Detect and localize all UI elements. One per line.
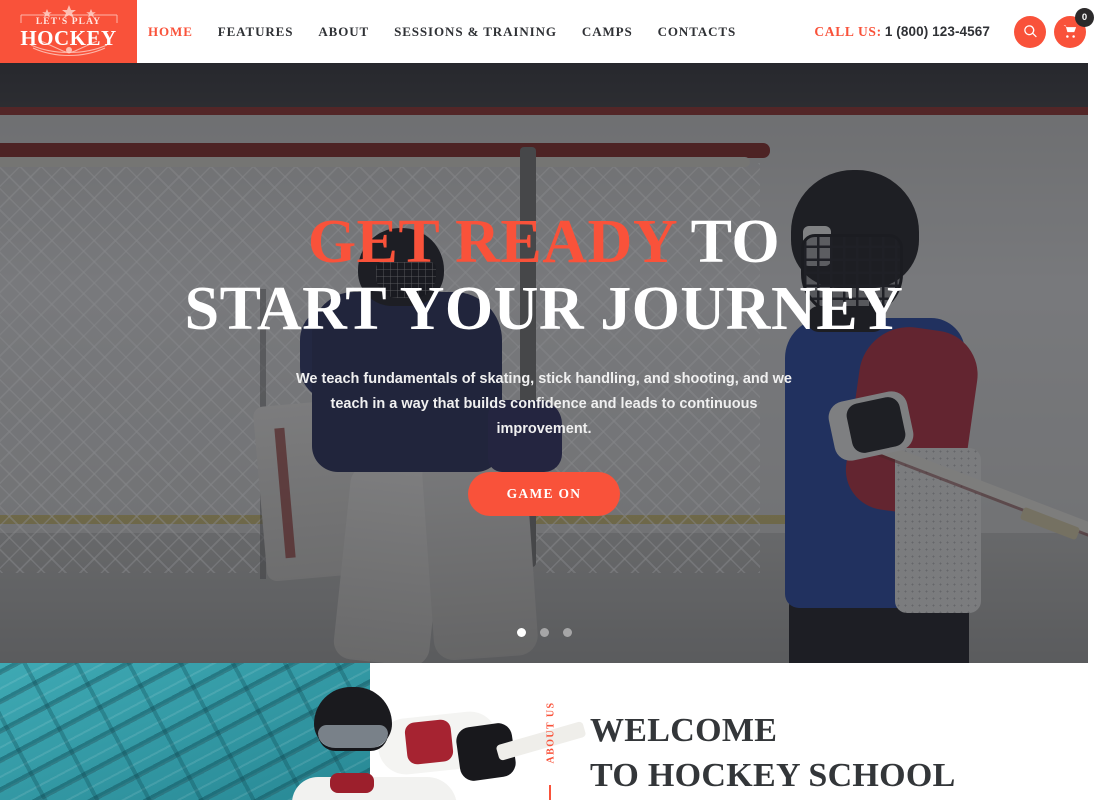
hero-title-highlight: GET READY xyxy=(307,208,676,276)
site-logo[interactable]: LET'S PLAY HOCKEY xyxy=(0,0,137,63)
slider-dots xyxy=(0,628,1088,637)
cart-button[interactable]: 0 xyxy=(1054,7,1094,48)
hero-slider: GET READY TO START YOUR JOURNEY We teach… xyxy=(0,63,1088,663)
site-header: LET'S PLAY HOCKEY HOME FEATURES ABOUT SE… xyxy=(0,0,1100,63)
about-text-block: ABOUT US WELCOME TO HOCKEY SCHOOL xyxy=(530,663,1100,800)
about-label-divider xyxy=(549,785,551,800)
logo-name: HOCKEY xyxy=(20,25,117,50)
nav-item-features[interactable]: FEATURES xyxy=(218,24,294,40)
call-us-label: CALL US: xyxy=(814,23,882,39)
about-heading-line1: WELCOME xyxy=(590,712,778,749)
hero-content: GET READY TO START YOUR JOURNEY We teach… xyxy=(0,63,1088,663)
cart-icon xyxy=(1063,25,1076,38)
nav-item-contacts[interactable]: CONTACTS xyxy=(658,24,736,40)
slider-dot-1[interactable] xyxy=(516,628,526,637)
about-section: ABOUT US WELCOME TO HOCKEY SCHOOL xyxy=(0,663,1100,800)
about-us-vertical-label: ABOUT US xyxy=(545,701,557,764)
search-icon xyxy=(1023,25,1037,38)
nav-item-sessions-training[interactable]: SESSIONS & TRAINING xyxy=(394,24,557,40)
header-utilities: CALL US: 1 (800) 123-4567 0 xyxy=(814,0,1094,63)
about-heading: WELCOME TO HOCKEY SCHOOL xyxy=(590,709,1090,799)
game-on-button[interactable]: GAME ON xyxy=(468,471,620,516)
phone-number: 1 (800) 123-4567 xyxy=(884,23,990,39)
about-heading-line2: TO HOCKEY SCHOOL xyxy=(590,756,956,794)
cart-count-badge: 0 xyxy=(1075,7,1094,27)
about-player-figure xyxy=(292,681,587,800)
hero-title: GET READY TO START YOUR JOURNEY xyxy=(185,209,904,343)
slider-dot-3[interactable] xyxy=(562,628,572,637)
about-label-wrapper: ABOUT US xyxy=(538,695,562,800)
hero-subtitle: We teach fundamentals of skating, stick … xyxy=(295,370,793,437)
nav-item-about[interactable]: ABOUT xyxy=(318,24,369,40)
slider-dot-2[interactable] xyxy=(539,628,549,637)
nav-item-camps[interactable]: CAMPS xyxy=(582,24,633,40)
main-navigation: HOME FEATURES ABOUT SESSIONS & TRAINING … xyxy=(148,0,761,63)
nav-item-home[interactable]: HOME xyxy=(148,24,193,40)
search-button[interactable] xyxy=(1014,15,1046,48)
hero-title-line2: START YOUR JOURNEY xyxy=(184,274,904,343)
hero-title-rest: TO xyxy=(675,208,781,276)
phone-block[interactable]: CALL US: 1 (800) 123-4567 xyxy=(814,24,990,40)
